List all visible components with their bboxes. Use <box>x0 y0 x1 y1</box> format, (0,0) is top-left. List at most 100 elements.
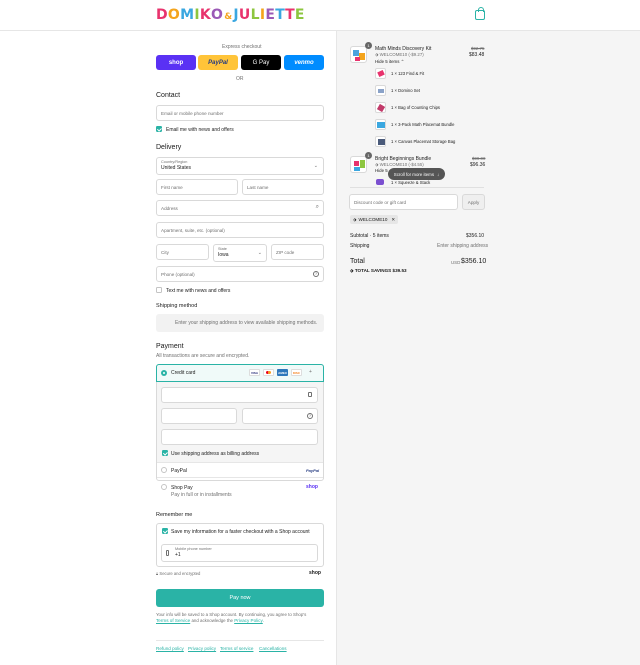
divider <box>157 477 323 478</box>
arrow-down-icon: ↓ <box>437 171 440 177</box>
subitem-label: 1 × Domino Set <box>391 88 420 93</box>
shipping-methods-box: Enter your shipping address to view avai… <box>156 314 324 332</box>
scroll-tooltip: Scroll for more items ↓ <box>388 168 445 180</box>
chevron-down-icon: ⌄ <box>257 250 262 256</box>
last-name-field[interactable]: Last name <box>242 179 324 195</box>
more-cards-icon[interactable]: + <box>309 369 312 375</box>
express-checkout-title: Express checkout <box>222 44 262 50</box>
logo-letter: E <box>265 7 276 23</box>
cancellations-link[interactable]: Cancellations <box>259 646 287 651</box>
logo-letter: T <box>275 7 286 23</box>
venmo-button[interactable]: venmo <box>284 55 324 70</box>
original-price: $99.00 <box>472 156 486 161</box>
terms-link[interactable]: Terms of Service <box>156 618 190 623</box>
terms-of-service-link[interactable]: Terms of service <box>220 646 253 651</box>
shop-pay-radio[interactable] <box>161 484 167 490</box>
text-me-checkbox[interactable] <box>156 287 162 293</box>
shopping-bag-icon[interactable] <box>475 7 485 20</box>
contact-heading: Contact <box>156 92 181 99</box>
save-info-checkbox[interactable] <box>162 528 168 534</box>
shop-pay-label: Shop Pay <box>171 485 193 491</box>
subtotal-value: $356.10 <box>466 233 485 239</box>
subitem-label: 1 × Canvas Placemat Storage Bag <box>391 139 456 144</box>
or-divider: OR <box>236 76 244 82</box>
shipping-value: Enter shipping address <box>437 243 489 249</box>
subitem-thumbnail <box>375 102 386 113</box>
secure-encrypted: 🔒︎ Secure and encrypted <box>156 571 201 576</box>
product-thumbnail <box>350 156 367 173</box>
logo-letter: E <box>294 7 305 23</box>
payment-subtitle: All transactions are secure and encrypte… <box>156 353 250 359</box>
paypal-button[interactable]: PayPal <box>198 55 238 70</box>
hide-items-toggle[interactable]: Hide 5 <box>375 168 388 173</box>
payment-heading: Payment <box>156 343 184 350</box>
help-icon[interactable]: ? <box>307 413 313 419</box>
security-code-field[interactable]: ? <box>242 408 318 424</box>
email-field[interactable]: Email or mobile phone number <box>156 105 324 121</box>
first-name-field[interactable]: First name <box>156 179 238 195</box>
subitem-label: 1 × 3-Pack Math Placemat Bundle <box>391 122 455 127</box>
card-number-field[interactable] <box>161 387 318 403</box>
hide-items-toggle[interactable]: Hide 5 items ⌃ <box>375 59 404 65</box>
mobile-phone-field[interactable]: Mobile phone number +1 <box>161 544 318 562</box>
shop-logo: shop <box>309 570 321 576</box>
chevron-up-icon: ⌃ <box>400 59 405 64</box>
store-logo[interactable]: DOMIKO&JULIETTE <box>156 7 305 23</box>
zip-field[interactable]: ZIP code <box>271 244 324 260</box>
quantity-badge: 1 <box>365 152 372 159</box>
state-select[interactable]: State Iowa ⌄ <box>213 244 267 262</box>
address-field[interactable]: Address ⌕ <box>156 200 324 216</box>
logo-letter: L <box>250 7 260 23</box>
logo-letter: T <box>285 7 295 23</box>
name-on-card-field[interactable] <box>161 429 318 445</box>
refund-policy-link[interactable]: Refund policy <box>156 646 184 651</box>
product-thumbnail <box>350 46 367 63</box>
text-me-label: Text me with news and offers <box>166 288 231 294</box>
total-label: Total <box>350 258 365 265</box>
logo-letter: D <box>156 7 168 23</box>
product-discount: ⬗ WELCOME10 (-$9.27) <box>375 52 424 57</box>
subitem-thumbnail <box>375 68 386 79</box>
help-icon[interactable]: ? <box>313 271 319 277</box>
apply-button[interactable]: Apply <box>462 194 485 210</box>
country-select[interactable]: Country/Region United States ⌄ <box>156 157 324 175</box>
delivery-heading: Delivery <box>156 144 182 151</box>
privacy-policy-link[interactable]: Privacy policy <box>188 646 216 651</box>
subitem-label: 1 × Squeeze & Stack <box>391 180 431 185</box>
shop-pay-button[interactable]: shop <box>156 55 196 70</box>
email-news-label: Email me with news and offers <box>166 127 234 133</box>
amex-icon: AMEX <box>277 369 288 376</box>
apartment-field[interactable]: Apartment, suite, etc. (optional) <box>156 222 324 238</box>
discover-icon: DISC <box>291 369 302 376</box>
logo-letter: & <box>224 12 233 22</box>
shop-pay-subtitle: Pay in full or in installments <box>171 492 232 498</box>
subitem-thumbnail <box>375 136 386 147</box>
discount-code-field[interactable]: Discount code or gift card <box>349 194 458 210</box>
phone-field[interactable]: Phone (optional) ? <box>156 266 324 282</box>
mobile-phone-icon <box>166 550 169 556</box>
header: DOMIKO&JULIETTE <box>0 0 640 31</box>
divider <box>157 462 323 463</box>
shipping-message: Enter your shipping address to view avai… <box>175 320 318 326</box>
subitem-thumbnail <box>375 119 386 130</box>
remember-me-heading: Remember me <box>156 512 193 518</box>
google-pay-button[interactable]: G Pay <box>241 55 281 70</box>
billing-same-checkbox[interactable] <box>162 450 168 456</box>
pay-now-button[interactable]: Pay now <box>156 589 324 607</box>
footer-divider <box>156 640 324 641</box>
privacy-link[interactable]: Privacy Policy <box>234 618 263 623</box>
city-field[interactable]: City <box>156 244 209 260</box>
subitem-thumbnail <box>375 85 386 96</box>
paypal-radio[interactable] <box>161 467 167 473</box>
logo-letter: K <box>199 7 212 23</box>
remove-discount-icon[interactable]: ✕ <box>391 217 395 223</box>
shipping-method-heading: Shipping method <box>156 303 198 309</box>
billing-same-label: Use shipping address as billing address <box>171 451 260 457</box>
total-savings: ⬗ TOTAL SAVINGS $39.53 <box>350 268 407 273</box>
quantity-badge: 1 <box>365 42 372 49</box>
credit-card-radio[interactable] <box>161 370 167 376</box>
shipping-label: Shipping <box>350 243 370 249</box>
visa-icon: VISA <box>249 369 260 376</box>
email-news-checkbox[interactable] <box>156 126 162 132</box>
expiration-field[interactable] <box>161 408 237 424</box>
